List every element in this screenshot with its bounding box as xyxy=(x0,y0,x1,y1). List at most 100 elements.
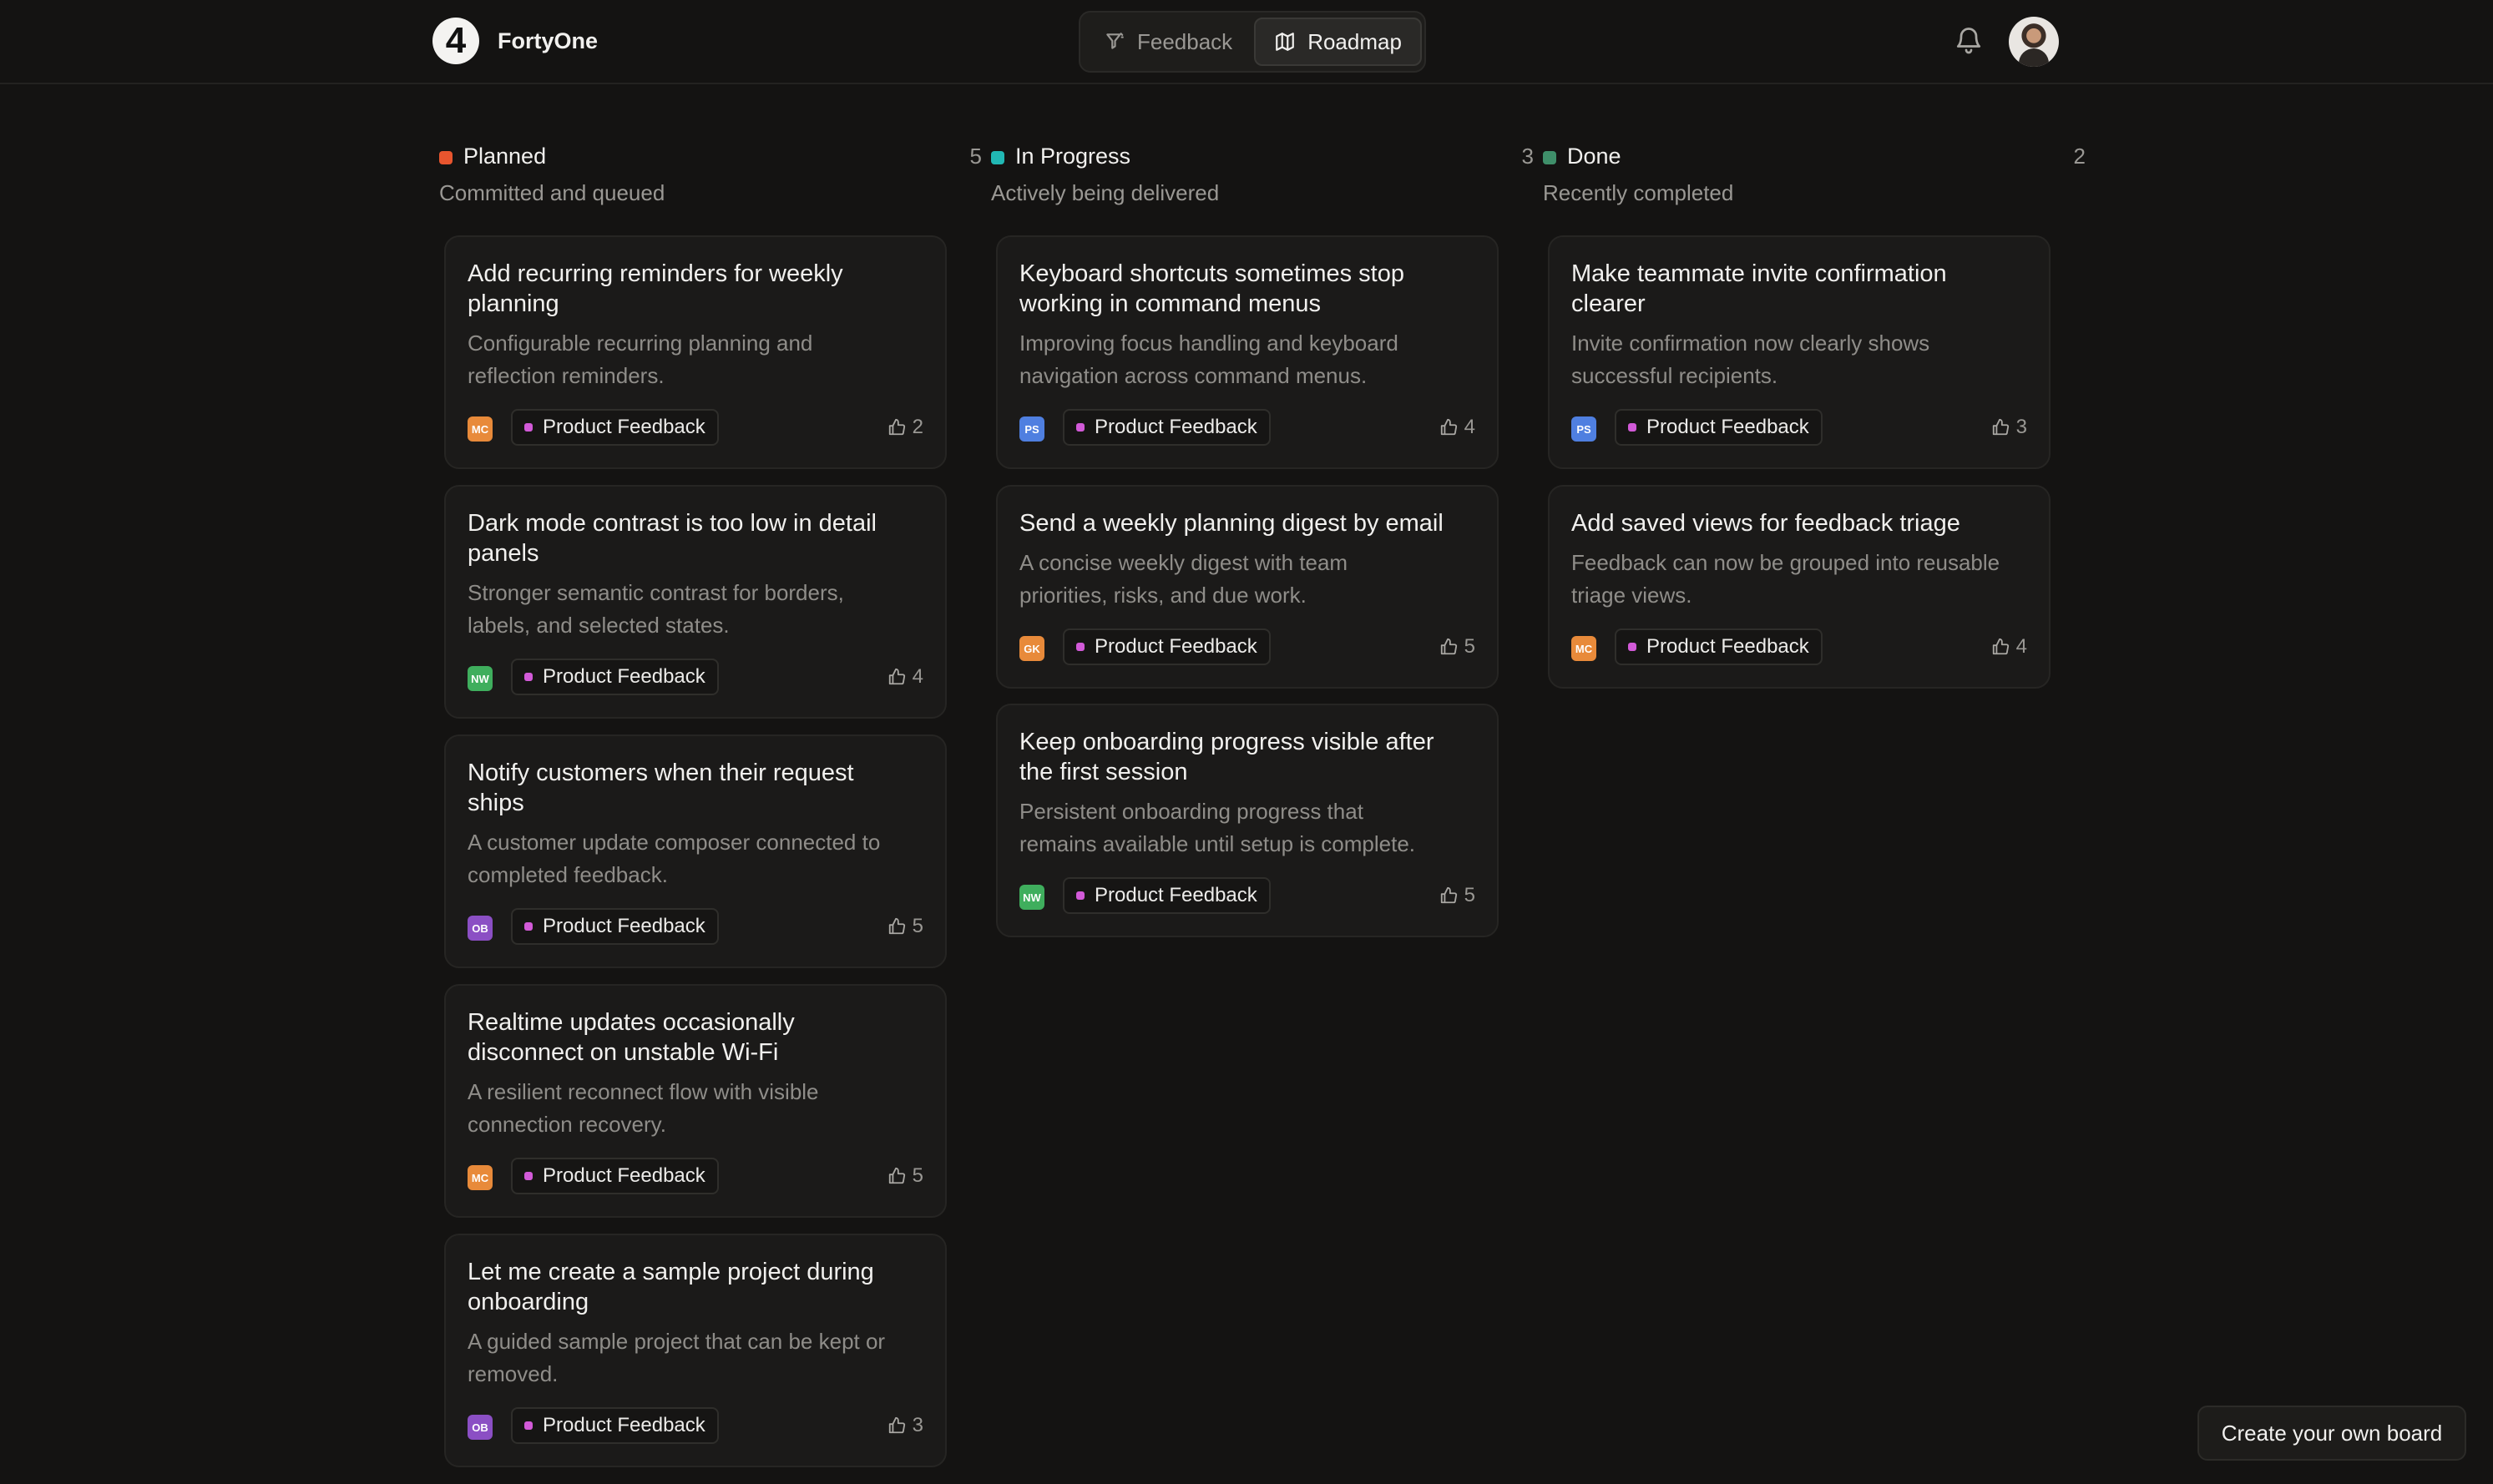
card-title: Let me create a sample project during onb… xyxy=(468,1259,874,1315)
roadmap-card[interactable]: Make teammate invite confirmation clearer… xyxy=(1548,235,2051,469)
map-icon xyxy=(1276,33,1295,51)
column-title: Done xyxy=(1567,144,1621,169)
card-description: Feedback can now be grouped into reusabl… xyxy=(1571,550,2000,608)
vote-count[interactable]: 3 xyxy=(887,1414,923,1437)
thumbs-up-icon xyxy=(888,668,905,685)
card-title: Keyboard shortcuts sometimes stop working… xyxy=(1019,260,1404,317)
column-count: 2 xyxy=(2073,144,2086,169)
app-logo: 4 xyxy=(432,18,479,64)
column-count: 5 xyxy=(969,144,982,169)
author-avatar: NW xyxy=(1019,885,1044,910)
vote-count[interactable]: 4 xyxy=(1991,635,2027,659)
user-avatar[interactable] xyxy=(2009,17,2059,67)
roadmap-card[interactable]: Let me create a sample project during onb… xyxy=(444,1234,947,1467)
tag-dot xyxy=(1076,643,1085,651)
card-title: Notify customers when their request ships xyxy=(468,760,854,816)
roadmap-card[interactable]: Send a weekly planning digest by email A… xyxy=(996,485,1499,689)
tag-dot xyxy=(524,922,533,931)
vote-count[interactable]: 4 xyxy=(887,665,923,689)
author-avatar: NW xyxy=(468,666,493,691)
thumbs-up-icon xyxy=(1440,418,1457,436)
roadmap-card[interactable]: Keep onboarding progress visible after th… xyxy=(996,704,1499,937)
board-tag[interactable]: Product Feedback xyxy=(511,1407,719,1444)
column-done: Done 2 Recently completed Make teammate … xyxy=(1543,142,2086,689)
card-footer: MC Product Feedback 5 xyxy=(468,1158,923,1196)
brand[interactable]: 4 FortyOne xyxy=(432,18,598,64)
vote-count[interactable]: 4 xyxy=(1439,416,1475,439)
status-dot xyxy=(991,151,1004,164)
card-title: Add saved views for feedback triage xyxy=(1571,510,1960,537)
board-tag[interactable]: Product Feedback xyxy=(511,908,719,945)
tab-roadmap[interactable]: Roadmap xyxy=(1254,18,1422,66)
vote-count[interactable]: 2 xyxy=(887,416,923,439)
thumbs-up-icon xyxy=(888,1167,905,1184)
create-board-button[interactable]: Create your own board xyxy=(2197,1406,2466,1461)
tab-feedback[interactable]: Feedback xyxy=(1085,18,1251,66)
thumbs-up-icon xyxy=(888,917,905,935)
column-title: In Progress xyxy=(1015,144,1131,169)
tag-dot xyxy=(1076,423,1085,432)
thumbs-up-icon xyxy=(1992,638,2009,655)
vote-count[interactable]: 5 xyxy=(887,1164,923,1188)
author-avatar: MC xyxy=(1571,636,1596,661)
card-footer: PS Product Feedback 3 xyxy=(1571,409,2027,447)
column-title: Planned xyxy=(463,144,547,169)
card-footer: MC Product Feedback 2 xyxy=(468,409,923,447)
column-subtitle: Actively being delivered xyxy=(991,180,1220,205)
vote-count[interactable]: 5 xyxy=(887,915,923,938)
card-description: Invite confirmation now clearly shows suc… xyxy=(1571,331,1930,388)
card-footer: NW Product Feedback 5 xyxy=(1019,877,1475,916)
card-title: Add recurring reminders for weekly planni… xyxy=(468,260,843,317)
thumbs-up-icon xyxy=(888,1416,905,1434)
card-description: A concise weekly digest with team priorit… xyxy=(1019,550,1348,608)
card-description: A guided sample project that can be kept… xyxy=(468,1329,886,1386)
column-header: Done 2 xyxy=(1543,142,2086,172)
tag-dot xyxy=(524,423,533,432)
vote-count[interactable]: 3 xyxy=(1991,416,2027,439)
board-tag[interactable]: Product Feedback xyxy=(511,1158,719,1194)
author-avatar: GK xyxy=(1019,636,1044,661)
vote-count[interactable]: 5 xyxy=(1439,884,1475,907)
bell-icon[interactable] xyxy=(1954,25,1984,55)
board-tag[interactable]: Product Feedback xyxy=(1063,877,1271,914)
column-subtitle: Committed and queued xyxy=(439,180,665,205)
tag-dot xyxy=(524,673,533,681)
column-subtitle: Recently completed xyxy=(1543,180,1734,205)
tag-dot xyxy=(524,1172,533,1180)
card-footer: MC Product Feedback 4 xyxy=(1571,628,2027,667)
roadmap-card[interactable]: Notify customers when their request ships… xyxy=(444,734,947,968)
column-count: 3 xyxy=(1521,144,1534,169)
column-planned: Planned 5 Committed and queued Add recur… xyxy=(439,142,982,1467)
top-bar: 4 FortyOne Feedback Roadmap xyxy=(0,0,2493,84)
board-tag[interactable]: Product Feedback xyxy=(511,659,719,695)
card-description: A resilient reconnect flow with visible c… xyxy=(468,1079,819,1137)
card-footer: NW Product Feedback 4 xyxy=(468,659,923,697)
tag-dot xyxy=(524,1421,533,1430)
roadmap-card[interactable]: Keyboard shortcuts sometimes stop working… xyxy=(996,235,1499,469)
roadmap-card[interactable]: Realtime updates occasionally disconnect … xyxy=(444,984,947,1218)
board-tag[interactable]: Product Feedback xyxy=(1615,628,1823,665)
author-avatar: OB xyxy=(468,916,493,941)
roadmap-card[interactable]: Dark mode contrast is too low in detail p… xyxy=(444,485,947,719)
card-description: Configurable recurring planning and refle… xyxy=(468,331,813,388)
thumbs-up-icon xyxy=(1992,418,2009,436)
board-tag[interactable]: Product Feedback xyxy=(1063,628,1271,665)
author-avatar: PS xyxy=(1571,416,1596,442)
board-tag[interactable]: Product Feedback xyxy=(1615,409,1823,446)
vote-count[interactable]: 5 xyxy=(1439,635,1475,659)
roadmap-card[interactable]: Add recurring reminders for weekly planni… xyxy=(444,235,947,469)
tag-dot xyxy=(1628,423,1636,432)
roadmap-card[interactable]: Add saved views for feedback triage Feed… xyxy=(1548,485,2051,689)
thumbs-up-icon xyxy=(1440,638,1457,655)
card-title: Make teammate invite confirmation clearer xyxy=(1571,260,1947,317)
card-footer: PS Product Feedback 4 xyxy=(1019,409,1475,447)
card-description: Stronger semantic contrast for borders, l… xyxy=(468,580,844,638)
board-tag[interactable]: Product Feedback xyxy=(1063,409,1271,446)
card-title: Send a weekly planning digest by email xyxy=(1019,510,1444,537)
board-tag[interactable]: Product Feedback xyxy=(511,409,719,446)
author-avatar: MC xyxy=(468,416,493,442)
view-switcher: Feedback Roadmap xyxy=(1079,11,1426,73)
author-avatar: OB xyxy=(468,1415,493,1440)
app-name: FortyOne xyxy=(498,28,599,53)
card-footer: OB Product Feedback 3 xyxy=(468,1407,923,1446)
